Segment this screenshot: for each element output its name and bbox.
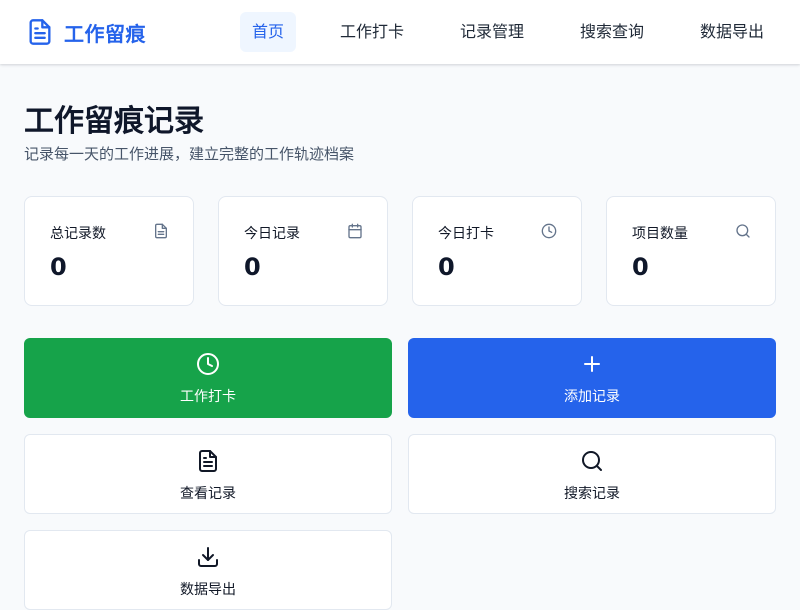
stat-value: 0 bbox=[632, 253, 649, 281]
calendar-icon bbox=[348, 223, 362, 239]
search-icon bbox=[736, 224, 750, 238]
brand-name: 工作留痕 bbox=[64, 21, 146, 46]
add-record-button[interactable]: 添加记录 bbox=[408, 338, 776, 418]
search-records-button-label: 搜索记录 bbox=[564, 486, 620, 502]
stat-value: 0 bbox=[244, 253, 261, 281]
stat-card-project-count: 项目数量 0 bbox=[606, 196, 776, 306]
stat-card-total-records: 总记录数 0 bbox=[24, 196, 194, 306]
export-data-button[interactable]: 数据导出 bbox=[24, 530, 392, 610]
page-subtitle: 记录每一天的工作进展，建立完整的工作轨迹档案 bbox=[24, 145, 355, 163]
view-records-button[interactable]: 查看记录 bbox=[24, 434, 392, 514]
stat-value: 0 bbox=[438, 253, 455, 281]
export-data-button-label: 数据导出 bbox=[180, 582, 236, 598]
stat-label: 今日记录 bbox=[244, 226, 300, 242]
document-icon bbox=[199, 450, 217, 472]
add-record-button-label: 添加记录 bbox=[564, 389, 620, 405]
plus-icon bbox=[584, 356, 600, 372]
search-records-button[interactable]: 搜索记录 bbox=[408, 434, 776, 514]
brand[interactable]: 工作留痕 bbox=[26, 16, 146, 48]
view-records-button-label: 查看记录 bbox=[180, 486, 236, 502]
download-icon bbox=[198, 547, 218, 567]
stat-value: 0 bbox=[50, 253, 67, 281]
nav-item-search[interactable]: 搜索查询 bbox=[568, 12, 656, 52]
stat-label: 项目数量 bbox=[632, 226, 688, 242]
clock-icon bbox=[541, 223, 557, 239]
stat-card-today-checkins: 今日打卡 0 bbox=[412, 196, 582, 306]
top-header: 工作留痕 首页 工作打卡 记录管理 搜索查询 数据导出 bbox=[0, 0, 800, 64]
nav-item-checkin[interactable]: 工作打卡 bbox=[328, 12, 416, 52]
nav-item-export[interactable]: 数据导出 bbox=[688, 12, 776, 52]
stat-label: 今日打卡 bbox=[438, 226, 494, 242]
stat-label: 总记录数 bbox=[50, 226, 106, 242]
document-icon bbox=[29, 19, 51, 45]
nav-item-records[interactable]: 记录管理 bbox=[448, 12, 536, 52]
stat-card-today-records: 今日记录 0 bbox=[218, 196, 388, 306]
document-icon bbox=[155, 223, 167, 239]
nav-item-home[interactable]: 首页 bbox=[240, 12, 296, 52]
checkin-button[interactable]: 工作打卡 bbox=[24, 338, 392, 418]
search-icon bbox=[582, 451, 602, 471]
page-title: 工作留痕记录 bbox=[24, 104, 204, 139]
clock-icon bbox=[197, 353, 219, 375]
checkin-button-label: 工作打卡 bbox=[180, 389, 236, 405]
